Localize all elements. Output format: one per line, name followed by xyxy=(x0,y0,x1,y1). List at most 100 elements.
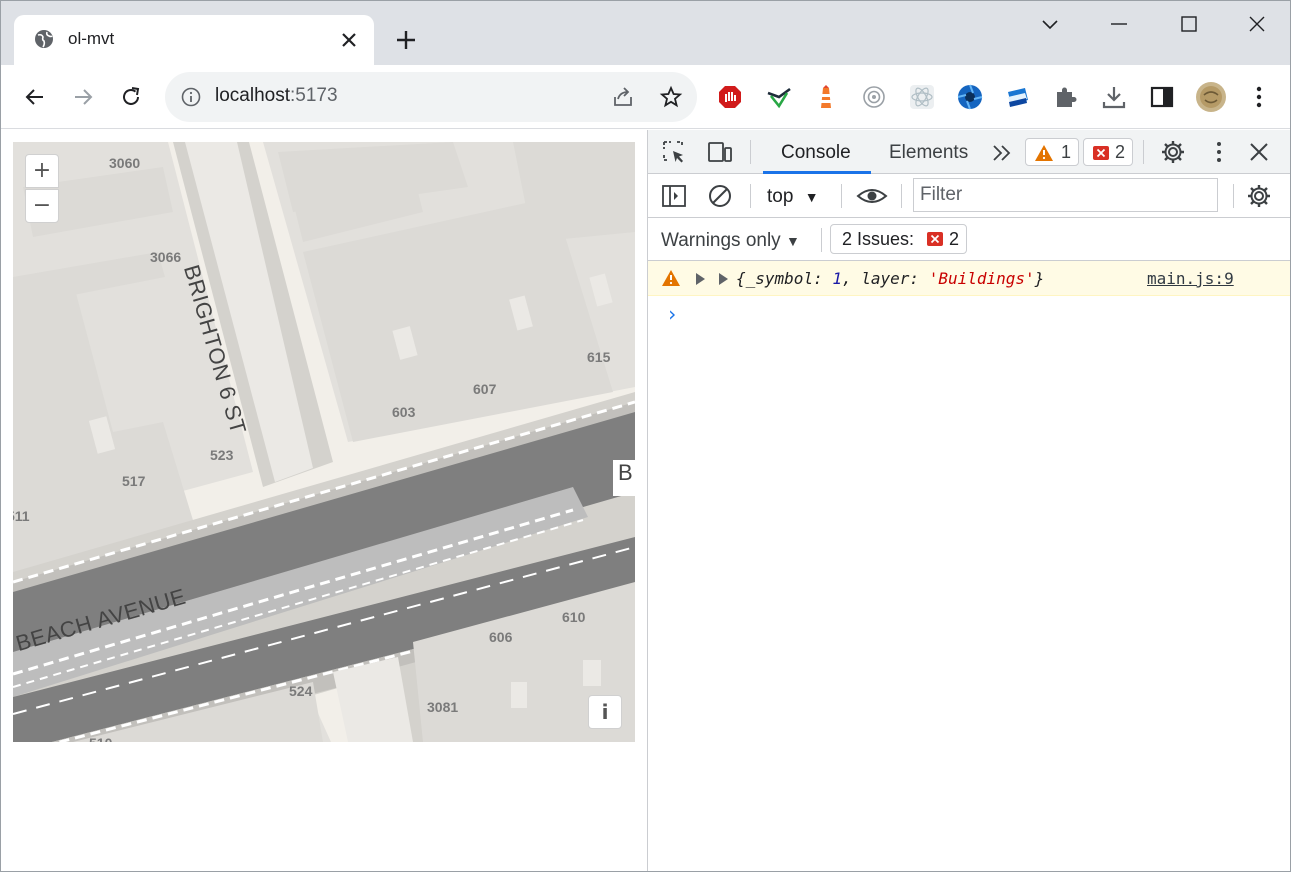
brace-close: } xyxy=(1034,269,1045,288)
error-icon xyxy=(1093,146,1109,160)
devtools-tabbar: Console Elements 1 2 xyxy=(648,130,1290,174)
device-toolbar-icon[interactable] xyxy=(707,139,733,165)
log-levels-dropdown[interactable]: Warnings only ▼ xyxy=(661,230,800,252)
live-expression-eye-icon[interactable] xyxy=(856,183,888,209)
layers-extension-icon[interactable] xyxy=(1005,84,1031,110)
aperture-extension-icon[interactable] xyxy=(957,84,983,110)
page-content: 3060 3066 615 607 603 523 517 511 610 60… xyxy=(1,130,647,871)
lighthouse-icon[interactable] xyxy=(813,84,839,110)
warning-icon xyxy=(662,270,680,286)
attribution-button[interactable]: i xyxy=(588,695,622,729)
maximize-icon[interactable] xyxy=(1178,13,1200,35)
url-text[interactable]: localhost:5173 xyxy=(215,85,338,107)
context-selector[interactable]: top ▼ xyxy=(767,186,819,208)
profile-avatar-icon[interactable] xyxy=(1195,81,1227,113)
zoom-in-button[interactable]: + xyxy=(25,154,59,188)
more-tabs-chevron-icon[interactable] xyxy=(990,140,1016,166)
source-link[interactable]: main.js:9 xyxy=(1147,269,1234,288)
browser-window: ol-mvt localhost:5173 3060 3066 615 607 … xyxy=(0,0,1291,872)
inspect-element-icon[interactable] xyxy=(661,139,687,165)
log-levels-value: Warnings only xyxy=(661,230,781,251)
map-canvas[interactable] xyxy=(13,142,635,742)
toolbar-divider xyxy=(750,140,751,164)
brace-open: { xyxy=(736,269,746,288)
house-number: 510 xyxy=(89,735,112,742)
warnings-badge[interactable]: 1 xyxy=(1025,138,1079,166)
address-bar[interactable]: localhost:5173 xyxy=(165,72,697,122)
filter-input[interactable] xyxy=(913,178,1218,212)
context-value: top xyxy=(767,186,794,207)
close-window-icon[interactable] xyxy=(1246,13,1268,35)
issues-count: 2 xyxy=(949,229,960,249)
forward-icon[interactable] xyxy=(71,85,95,109)
building-footprint xyxy=(511,682,527,708)
extensions-puzzle-icon[interactable] xyxy=(1053,84,1079,110)
warning-icon xyxy=(1035,145,1053,161)
console-sidebar-icon[interactable] xyxy=(661,183,687,209)
close-tab-icon[interactable] xyxy=(340,31,358,49)
building-footprint xyxy=(583,660,601,686)
target-extension-icon[interactable] xyxy=(861,84,887,110)
errors-count: 2 xyxy=(1115,142,1126,162)
share-icon[interactable] xyxy=(611,85,635,109)
side-panel-icon[interactable] xyxy=(1149,84,1175,110)
bookmark-star-icon[interactable] xyxy=(659,85,683,109)
house-number: 524 xyxy=(289,683,313,699)
expand-object-triangle-icon[interactable] xyxy=(717,272,729,286)
devtools-menu-icon[interactable] xyxy=(1206,139,1232,165)
house-number: 3081 xyxy=(427,699,459,715)
react-devtools-icon[interactable] xyxy=(909,84,935,110)
house-number: 615 xyxy=(587,349,611,365)
house-number: 606 xyxy=(489,629,513,645)
back-icon[interactable] xyxy=(23,85,47,109)
warnings-count: 1 xyxy=(1061,142,1072,162)
dropdown-arrow-icon: ▼ xyxy=(785,233,800,249)
url-host: localhost xyxy=(215,85,290,106)
errors-badge[interactable]: 2 xyxy=(1083,138,1133,166)
site-info-icon[interactable] xyxy=(181,87,201,107)
download-icon[interactable] xyxy=(1101,84,1127,110)
map-viewport[interactable]: 3060 3066 615 607 603 523 517 511 610 60… xyxy=(13,142,635,742)
house-number: 3060 xyxy=(109,155,141,171)
settings-gear-icon[interactable] xyxy=(1160,139,1186,165)
console-warning-message[interactable]: {_symbol: 1, layer: 'Buildings'} main.js… xyxy=(648,261,1290,296)
toolbar-divider xyxy=(841,184,842,208)
error-icon xyxy=(927,232,943,246)
browser-toolbar: localhost:5173 xyxy=(1,65,1290,129)
browser-menu-icon[interactable] xyxy=(1246,84,1272,110)
console-settings-gear-icon[interactable] xyxy=(1246,183,1272,209)
reload-icon[interactable] xyxy=(119,85,143,109)
issues-button[interactable]: 2 Issues: 2 xyxy=(830,224,967,254)
globe-icon xyxy=(35,30,53,48)
toolbar-divider xyxy=(821,228,822,252)
log-object-preview[interactable]: {_symbol: 1, layer: 'Buildings'} xyxy=(736,269,1044,288)
tab-search-chevron-icon[interactable] xyxy=(1039,13,1061,35)
tab-elements[interactable]: Elements xyxy=(889,142,968,164)
minimize-icon[interactable] xyxy=(1108,13,1130,35)
ublock-icon[interactable] xyxy=(717,84,743,110)
house-number: 523 xyxy=(210,447,234,463)
tab-title: ol-mvt xyxy=(68,29,115,48)
vue-devtools-icon[interactable] xyxy=(766,84,792,110)
object-number-value: 1 xyxy=(832,269,842,288)
console-levels-bar: Warnings only ▼ 2 Issues: 2 xyxy=(648,218,1290,261)
console-prompt[interactable]: › xyxy=(666,302,678,326)
house-number: 3066 xyxy=(150,249,182,265)
zoom-out-button[interactable]: − xyxy=(25,189,59,223)
issues-label: 2 Issues: xyxy=(842,229,915,249)
new-tab-icon[interactable] xyxy=(394,28,418,52)
object-string-value: 'Buildings' xyxy=(928,269,1035,288)
expand-triangle-icon[interactable] xyxy=(694,272,706,286)
console-toolbar: top ▼ xyxy=(648,174,1290,218)
close-devtools-icon[interactable] xyxy=(1246,139,1272,165)
tab-strip: ol-mvt xyxy=(1,1,1290,65)
tab-console[interactable]: Console xyxy=(781,142,851,164)
house-number: 511 xyxy=(13,508,30,524)
building xyxy=(513,142,635,242)
house-number: 610 xyxy=(562,609,586,625)
url-port: :5173 xyxy=(290,85,338,106)
browser-tab[interactable]: ol-mvt xyxy=(14,15,374,65)
dropdown-arrow-icon: ▼ xyxy=(804,189,819,205)
clear-console-icon[interactable] xyxy=(707,183,733,209)
object-key: layer xyxy=(861,269,910,288)
